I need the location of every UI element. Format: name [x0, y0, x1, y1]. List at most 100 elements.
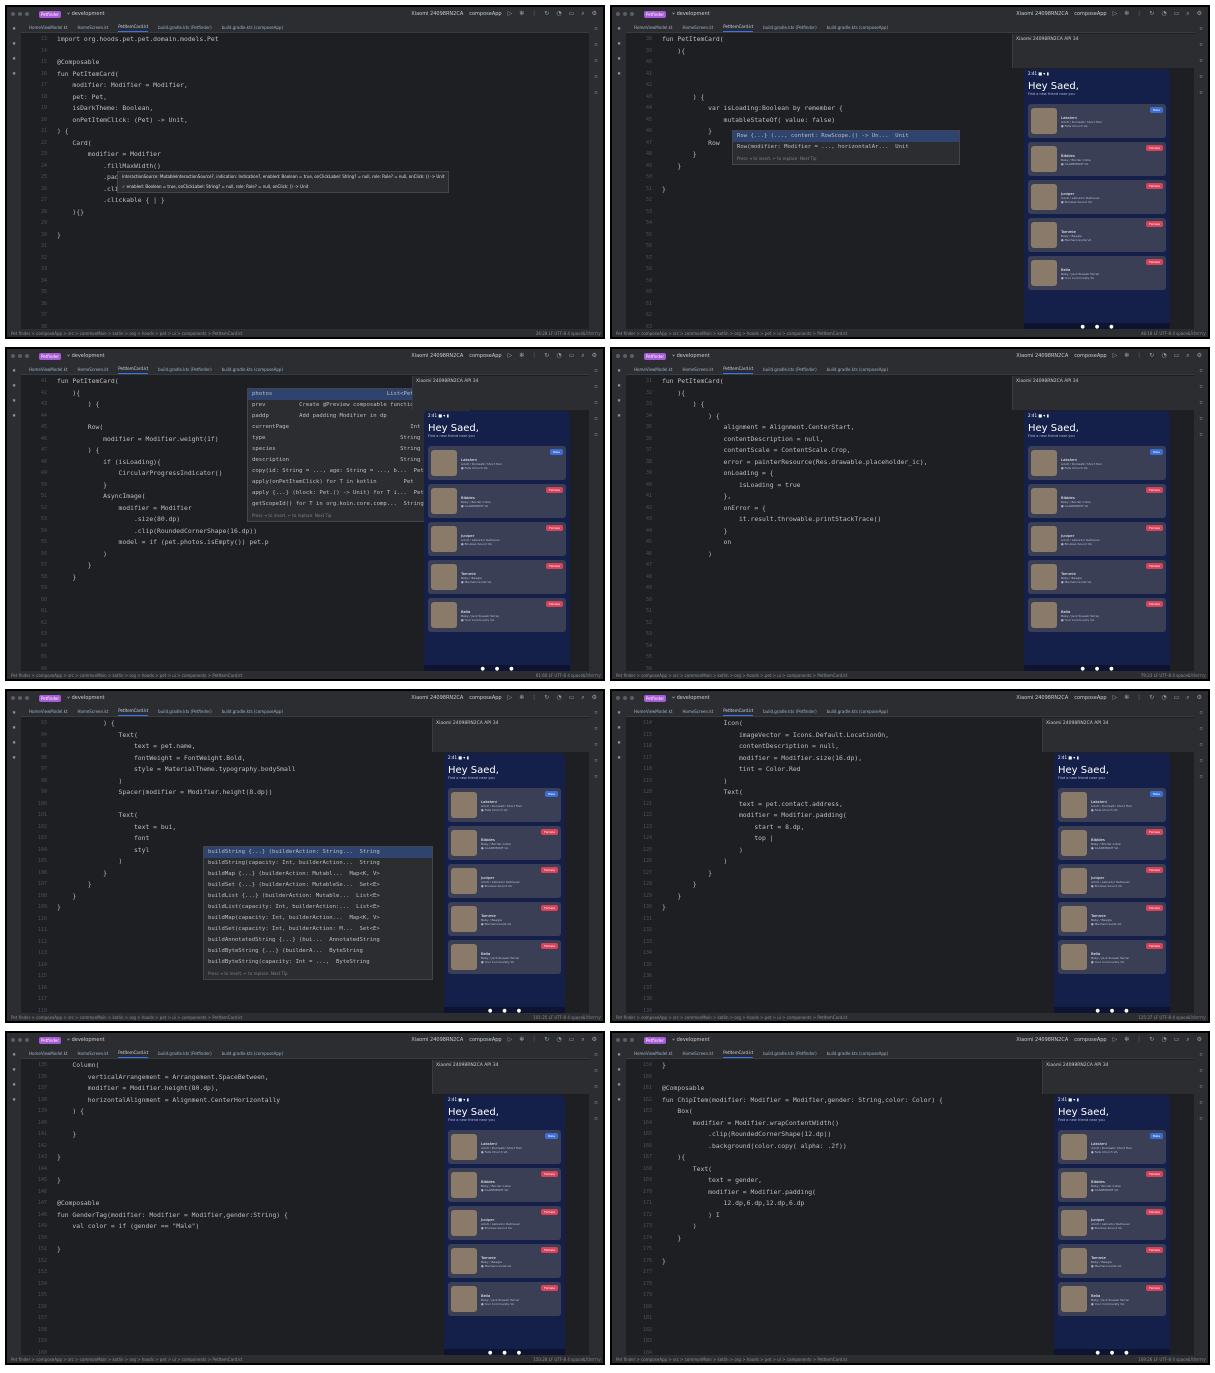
run-icon[interactable]: ▷ [1113, 10, 1118, 18]
tab-homescreen-kt[interactable]: HomeScreen.kt [682, 25, 713, 32]
notifications-icon[interactable]: ▫ [594, 367, 598, 374]
device-selector[interactable]: Xiaomi 24098RN2CA [411, 695, 463, 701]
cursor-position[interactable]: 101:25 LF UTF-8 4 spaces [533, 1015, 585, 1020]
device-selector[interactable]: Xiaomi 24098RN2CA [1016, 695, 1068, 701]
branch-name[interactable]: ⑂ development [67, 1037, 105, 1043]
pet-card[interactable]: Lakshmi Adult / Domestic Short Hair ● Fall… [1028, 104, 1166, 138]
gradle-icon[interactable]: ▫ [594, 725, 598, 732]
tab-build-gradle-kts-composeapp-[interactable]: build.gradle.kts (composeApp) [222, 25, 283, 32]
pet-card[interactable]: Bibbles Baby / Border Collie ● CLAREMONT V… [448, 1168, 561, 1202]
tab-petitemcard-kt[interactable]: PetItemCard.kt [723, 1050, 754, 1058]
project-name[interactable]: Petfinder [39, 694, 61, 702]
debug-icon[interactable]: ✻ [519, 10, 524, 18]
window-dot-icon[interactable] [616, 12, 620, 16]
project-icon[interactable]: ▪ [617, 1051, 621, 1058]
window-dot-icon[interactable] [11, 354, 15, 358]
code-completion-popup[interactable]: buildString {...} (builderAction: String… [203, 846, 433, 980]
running-devices-icon[interactable]: ▫ [1199, 1115, 1203, 1122]
gradle-icon[interactable]: ▫ [1199, 725, 1203, 732]
run-config[interactable]: composeApp [469, 695, 501, 701]
project-icon[interactable]: ▪ [617, 367, 621, 374]
structure-icon[interactable]: ▪ [12, 55, 16, 62]
project-icon[interactable]: ▪ [12, 25, 16, 32]
tab-homeviewmodel-kt[interactable]: HomeViewModel.kt [29, 709, 67, 716]
tab-homeviewmodel-kt[interactable]: HomeViewModel.kt [634, 709, 672, 716]
tab-homescreen-kt[interactable]: HomeScreen.kt [682, 1051, 713, 1058]
pet-card[interactable]: Bella Baby / Jack Russell Terrier ● Your C… [428, 598, 566, 632]
device-selector[interactable]: Xiaomi 24098RN2CA [411, 353, 463, 359]
tab-build-gradle-kts-petfinder-[interactable]: build.gradle.kts (Petfinder) [158, 709, 211, 716]
pet-card[interactable]: Tommie Baby / Beagle ● Mechanicsville VA Fe… [1058, 902, 1166, 936]
branch-name[interactable]: ⑂ development [672, 353, 710, 359]
tab-homeviewmodel-kt[interactable]: HomeViewModel.kt [29, 25, 67, 32]
tab-build-gradle-kts-composeapp-[interactable]: build.gradle.kts (composeApp) [222, 367, 283, 374]
tab-petitemcard-kt[interactable]: PetItemCard.kt [723, 708, 754, 716]
tab-build-gradle-kts-petfinder-[interactable]: build.gradle.kts (Petfinder) [763, 1051, 816, 1058]
device-selector[interactable]: Xiaomi 24098RN2CA [1016, 353, 1068, 359]
tab-build-gradle-kts-petfinder-[interactable]: build.gradle.kts (Petfinder) [158, 1051, 211, 1058]
gradle-icon[interactable]: ▫ [594, 383, 598, 390]
settings-icon[interactable]: ⚙ [1197, 10, 1202, 18]
run-icon[interactable]: ▷ [508, 352, 513, 360]
window-dot-icon[interactable] [630, 12, 634, 16]
breadcrumb[interactable]: Pet finder > composeApp > src > commonMa… [616, 331, 847, 336]
pet-card[interactable]: Lakshmi Adult / Domestic Short Hair ● Fall… [1058, 788, 1166, 822]
structure-icon[interactable]: ▪ [12, 739, 16, 746]
search-icon[interactable]: ⌕ [581, 352, 584, 360]
branch-name[interactable]: ⑂ development [67, 11, 105, 17]
tab-petitemcard-kt[interactable]: PetItemCard.kt [723, 24, 754, 32]
search-icon[interactable]: ⌕ [581, 10, 584, 18]
window-dot-icon[interactable] [18, 696, 22, 700]
commit-icon[interactable]: ▪ [12, 1066, 16, 1073]
device-preview[interactable]: 2:41 ■ ▾ ▮ Hey Saed, Find a new friend nea… [444, 753, 565, 1015]
commit-icon[interactable]: ▪ [617, 40, 621, 47]
device-icon[interactable]: ▭ [569, 1036, 575, 1044]
tab-build-gradle-kts-petfinder-[interactable]: build.gradle.kts (Petfinder) [763, 367, 816, 374]
window-dot-icon[interactable] [18, 354, 22, 358]
pet-card[interactable]: Juniper Adult / Labrador Retriever ● Brook… [1058, 864, 1166, 898]
project-icon[interactable]: ▪ [12, 709, 16, 716]
structure-icon[interactable]: ▪ [12, 397, 16, 404]
project-name[interactable]: Petfinder [644, 352, 666, 360]
commit-icon[interactable]: ▪ [617, 382, 621, 389]
window-dot-icon[interactable] [18, 12, 22, 16]
tab-build-gradle-kts-composeapp-[interactable]: build.gradle.kts (composeApp) [827, 1051, 888, 1058]
device-icon[interactable]: ▭ [1174, 1036, 1180, 1044]
cursor-position[interactable]: 79:23 LF UTF-8 4 spaces [1141, 673, 1190, 678]
sync-icon[interactable]: ↻ [1149, 694, 1154, 702]
commit-icon[interactable]: ▪ [12, 40, 16, 47]
pet-card[interactable]: Tommie Baby / Beagle ● Mechanicsville VA Fe… [448, 1244, 561, 1278]
more-tools-icon[interactable]: ▪ [617, 412, 621, 419]
sync-icon[interactable]: ↻ [544, 10, 549, 18]
branch-name[interactable]: ⑂ development [672, 1037, 710, 1043]
profile-icon[interactable]: ◔ [556, 352, 561, 360]
tab-homescreen-kt[interactable]: HomeScreen.kt [682, 367, 713, 374]
profile-icon[interactable]: ◔ [556, 1036, 561, 1044]
code-editor[interactable]: fun PetItemCard( ){ ) { var isLoading:Bo… [662, 34, 1002, 329]
more-icon[interactable]: ⋮ [531, 694, 537, 702]
cursor-position[interactable]: 26:28 LF UTF-8 4 spaces [536, 331, 585, 336]
window-controls[interactable] [11, 354, 29, 358]
pet-card[interactable]: Tommie Baby / Beagle ● Mechanicsville VA Fe… [1028, 218, 1166, 252]
window-dot-icon[interactable] [11, 12, 15, 16]
settings-icon[interactable]: ⚙ [1197, 1036, 1202, 1044]
profile-icon[interactable]: ◔ [1161, 694, 1166, 702]
device-manager-icon[interactable]: ▫ [594, 399, 598, 406]
running-devices-icon[interactable]: ▫ [594, 431, 598, 438]
gemini-icon[interactable]: ▫ [594, 73, 598, 80]
branch-name[interactable]: ⑂ development [672, 11, 710, 17]
running-devices-icon[interactable]: ▫ [594, 1115, 598, 1122]
breadcrumb[interactable]: Pet finder > composeApp > src > commonMa… [11, 331, 242, 336]
sync-icon[interactable]: ↻ [544, 694, 549, 702]
tab-build-gradle-kts-petfinder-[interactable]: build.gradle.kts (Petfinder) [763, 25, 816, 32]
device-manager-icon[interactable]: ▫ [1199, 1083, 1203, 1090]
commit-icon[interactable]: ▪ [12, 724, 16, 731]
notifications-icon[interactable]: ▫ [594, 1051, 598, 1058]
tab-build-gradle-kts-composeapp-[interactable]: build.gradle.kts (composeApp) [827, 367, 888, 374]
more-tools-icon[interactable]: ▪ [617, 1096, 621, 1103]
structure-icon[interactable]: ▪ [617, 397, 621, 404]
running-devices-icon[interactable]: ▫ [1199, 89, 1203, 96]
gemini-icon[interactable]: ▫ [1199, 1099, 1203, 1106]
device-icon[interactable]: ▭ [1174, 10, 1180, 18]
device-manager-icon[interactable]: ▫ [594, 1083, 598, 1090]
